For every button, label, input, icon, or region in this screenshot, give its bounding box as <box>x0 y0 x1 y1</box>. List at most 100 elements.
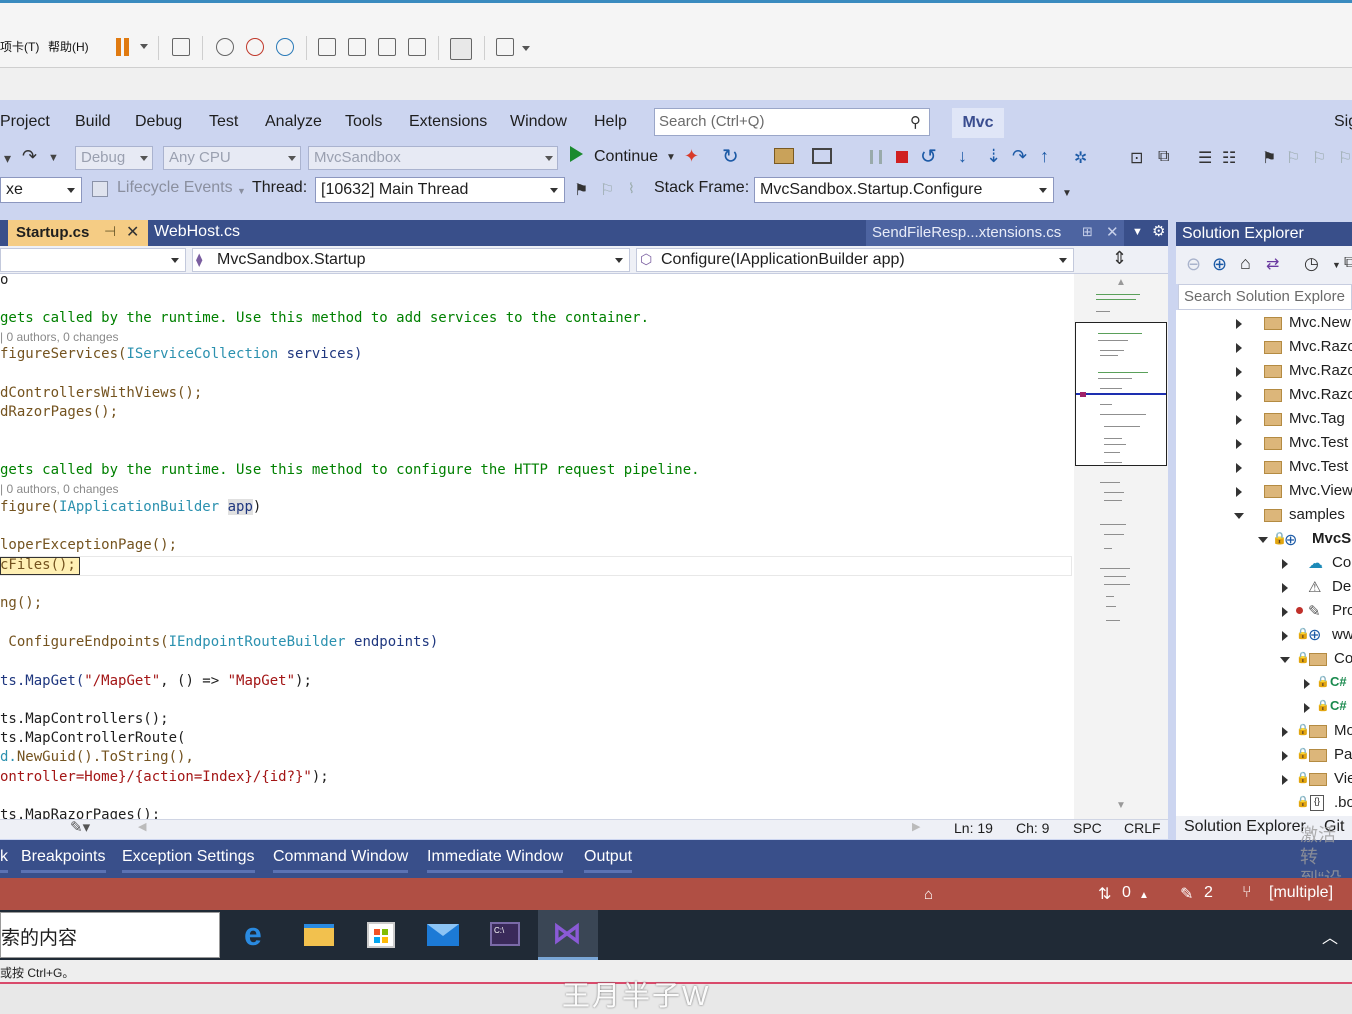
hot-reload-icon[interactable]: ✦ <box>684 146 699 167</box>
visual-studio-taskbar-button[interactable]: ⋈ <box>538 910 598 960</box>
collapse-icon[interactable] <box>1280 657 1290 663</box>
edge-icon[interactable]: e <box>236 912 282 958</box>
expand-icon[interactable] <box>1282 631 1288 641</box>
scroll-left-icon[interactable]: ◀ <box>138 820 146 833</box>
expand-icon[interactable] <box>1282 583 1288 593</box>
menu-test[interactable]: Test <box>209 113 238 131</box>
expand-icon[interactable] <box>1236 343 1242 353</box>
sync-icon[interactable]: ⧉ <box>1344 254 1352 272</box>
scroll-up-icon[interactable]: ▲ <box>1116 277 1126 288</box>
menu-debug[interactable]: Debug <box>135 113 182 131</box>
expand-icon[interactable] <box>1236 367 1242 377</box>
thread-combo[interactable]: [10632] Main Thread <box>315 177 565 203</box>
uncomment-icon[interactable]: ☷ <box>1222 148 1236 168</box>
pending-changes-icon[interactable]: ◷ <box>1304 254 1319 274</box>
collapse-icon[interactable] <box>1234 513 1244 519</box>
menu-window[interactable]: Window <box>510 113 567 131</box>
file-explorer-icon[interactable] <box>296 912 342 958</box>
continue-button[interactable]: Continue <box>594 148 658 166</box>
pending-changes-count[interactable]: 2 <box>1204 884 1213 902</box>
member-combo[interactable]: ⬡ Configure(IApplicationBuilder app) <box>636 248 1074 272</box>
tab-list-dropdown-icon[interactable]: ▼ <box>1132 226 1143 238</box>
scroll-down-icon[interactable]: ▼ <box>1116 800 1126 811</box>
expand-icon[interactable] <box>1236 415 1242 425</box>
expand-icon[interactable] <box>1282 727 1288 737</box>
expand-icon[interactable] <box>1282 751 1288 761</box>
platform-combo[interactable]: Any CPU <box>163 146 301 170</box>
chevron-down-icon[interactable] <box>522 46 530 51</box>
bookmark-icon[interactable]: ⚑ <box>1262 148 1276 168</box>
keep-open-icon[interactable]: ⊞ <box>1082 224 1093 240</box>
restart-icon[interactable]: ↻ <box>722 144 739 169</box>
terminal-icon[interactable] <box>450 38 472 60</box>
solution-name-badge[interactable]: Mvc <box>952 108 1004 138</box>
codelens-authors[interactable]: | 0 authors, 0 changes <box>0 329 119 345</box>
locals-icon[interactable]: ⧉ <box>1158 148 1169 166</box>
expand-icon[interactable] <box>1304 703 1310 713</box>
taskbar-search-box[interactable]: 索的内容 <box>0 912 220 958</box>
expand-icon[interactable] <box>1282 775 1288 785</box>
scroll-right-icon[interactable]: ▶ <box>912 820 920 833</box>
restart-debug-icon[interactable]: ↺ <box>920 144 937 169</box>
next-bookmark-icon[interactable]: ⚐ <box>1312 148 1326 168</box>
project-combo[interactable] <box>0 248 186 272</box>
terminal-icon[interactable]: C:\ <box>482 912 528 958</box>
step-over-icon[interactable]: ↷ <box>1012 146 1027 167</box>
collapse-icon[interactable] <box>1258 537 1268 543</box>
tab-startup-cs[interactable]: Startup.cs ⊣ ✕ <box>8 220 148 246</box>
forward-icon[interactable]: ⊕ <box>1212 254 1227 275</box>
menu-analyze[interactable]: Analyze <box>265 113 322 131</box>
nav-back-dropdown-icon[interactable]: ▾ <box>4 150 11 167</box>
column-indicator[interactable]: Ch: 9 <box>1016 820 1049 836</box>
menu-extensions[interactable]: Extensions <box>409 113 487 131</box>
break-all-icon[interactable] <box>870 150 882 164</box>
play-icon[interactable] <box>570 146 583 162</box>
tab-solution-explorer[interactable]: Solution Explorer <box>1184 818 1306 836</box>
expand-icon[interactable] <box>1282 559 1288 569</box>
flag-all-icon[interactable]: ⚐ <box>600 180 614 200</box>
chevron-down-icon[interactable] <box>140 44 148 49</box>
tab-exception-settings[interactable]: Exception Settings <box>122 848 255 873</box>
line-indicator[interactable]: Ln: 19 <box>954 820 993 836</box>
expand-icon[interactable] <box>1236 487 1242 497</box>
fullscreen-icon[interactable] <box>378 38 396 56</box>
startup-project-combo[interactable]: MvcSandbox <box>308 146 558 170</box>
process-combo[interactable]: xe <box>0 177 82 203</box>
chevron-down-icon[interactable]: ▼ <box>48 152 59 164</box>
expand-icon[interactable] <box>1282 607 1288 617</box>
tab-output[interactable]: Output <box>584 848 633 873</box>
toolbar-overflow-icon[interactable]: ▼ <box>1062 188 1072 199</box>
sign-in-link[interactable]: Sig <box>1334 113 1352 131</box>
mail-icon[interactable] <box>420 912 466 958</box>
chevron-down-icon[interactable]: ▼ <box>237 186 246 196</box>
manage-snapshots-icon[interactable] <box>276 38 294 56</box>
step-into-icon[interactable]: ↓ <box>958 146 967 167</box>
chevron-down-icon[interactable]: ▼ <box>666 152 676 163</box>
menu-build[interactable]: Build <box>75 113 111 131</box>
tab-breakpoints[interactable]: Breakpoints <box>21 848 106 873</box>
expand-icon[interactable] <box>1236 391 1242 401</box>
chevron-down-icon[interactable]: ▼ <box>1332 260 1341 270</box>
branch-name[interactable]: [multiple] <box>1269 884 1333 902</box>
show-threads-icon[interactable]: ⊡ <box>1130 148 1143 168</box>
menu-help[interactable]: Help <box>594 113 627 131</box>
stretch-icon[interactable] <box>496 38 514 56</box>
tab-call-stack[interactable]: k <box>0 848 8 873</box>
unpushed-commits-count[interactable]: 0 <box>1122 884 1131 902</box>
home-icon[interactable]: ⌂ <box>1240 253 1251 274</box>
clear-bookmarks-icon[interactable]: ⚐ <box>1338 148 1352 168</box>
lifecycle-events-button[interactable]: Lifecycle Events <box>117 179 233 197</box>
gear-icon[interactable]: ⚙ <box>1152 222 1165 240</box>
expand-icon[interactable] <box>1236 463 1242 473</box>
tab-preview-sendfile[interactable]: SendFileResp...xtensions.cs ⊞ ✕ <box>866 220 1124 246</box>
comment-icon[interactable]: ☰ <box>1198 148 1212 168</box>
console-view-icon[interactable] <box>348 38 366 56</box>
stack-frame-combo[interactable]: MvcSandbox.Startup.Configure <box>754 177 1054 203</box>
folder-icon[interactable] <box>774 148 794 164</box>
expand-icon[interactable] <box>1304 679 1310 689</box>
codelens-authors[interactable]: | 0 authors, 0 changes <box>0 481 119 497</box>
redo-icon[interactable]: ↷ <box>22 146 37 167</box>
split-window-icon[interactable]: ⇕ <box>1112 248 1127 269</box>
back-icon[interactable]: ⊖ <box>1186 254 1201 275</box>
expand-icon[interactable] <box>1236 319 1242 329</box>
